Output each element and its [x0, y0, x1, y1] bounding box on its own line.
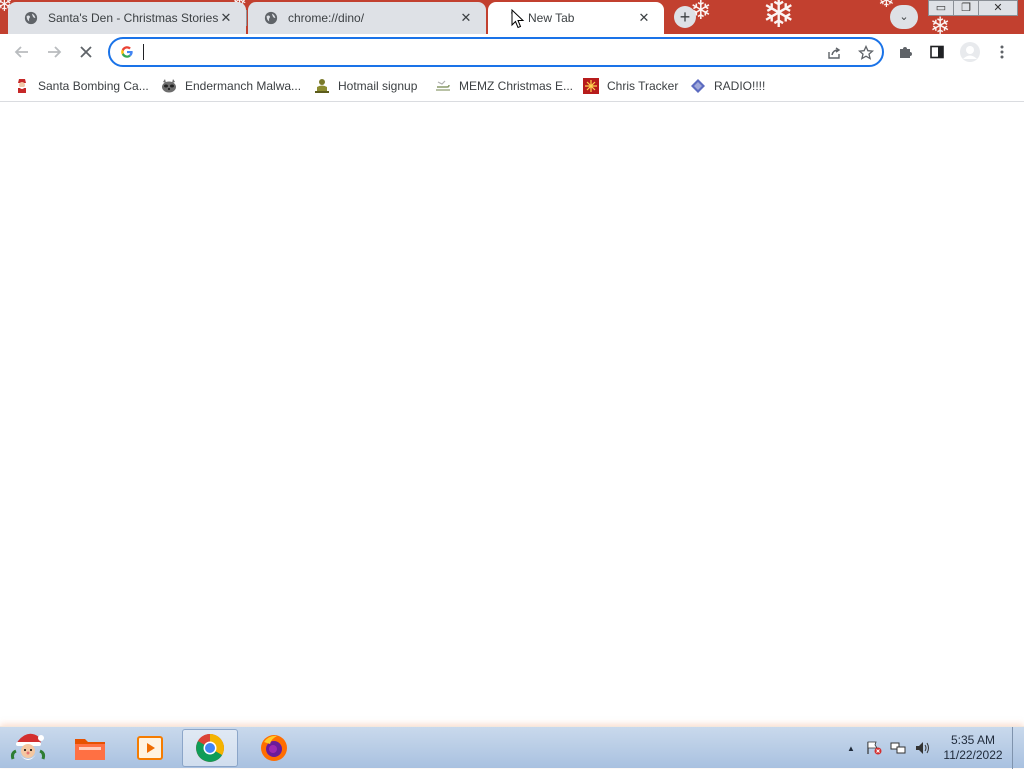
bookmark-label: Hotmail signup [338, 79, 418, 93]
globe-icon [24, 11, 38, 25]
firefox-icon [261, 735, 287, 761]
tab-close-button[interactable]: ✕ [218, 10, 234, 26]
minimize-button[interactable]: ▭ [928, 0, 954, 16]
maximize-button[interactable]: ❐ [953, 0, 979, 16]
forward-button[interactable] [40, 38, 68, 66]
taskbar-file-explorer[interactable] [62, 729, 118, 767]
bookmark-star-button[interactable] [856, 43, 876, 63]
folder-icon [75, 739, 105, 760]
tab-close-button[interactable]: ✕ [636, 10, 652, 26]
tab-santas-den[interactable]: Santa's Den - Christmas Stories and more… [8, 2, 247, 34]
avatar-icon [960, 42, 980, 62]
bookmark-label: Endermanch Malwa... [185, 79, 302, 93]
chrome-menu-button[interactable] [988, 38, 1016, 66]
bookmark-endermanch[interactable]: Endermanch Malwa... [161, 76, 301, 96]
clock-time: 5:35 AM [950, 733, 996, 747]
share-button[interactable] [824, 43, 844, 63]
omnibox-input[interactable] [142, 43, 802, 61]
bookmark-label: RADIO!!!! [714, 79, 766, 93]
bookmark-radio[interactable]: RADIO!!!! [690, 76, 765, 96]
media-player-icon [137, 736, 163, 760]
star-icon [858, 45, 874, 60]
show-hidden-icons-button[interactable]: ▲ [843, 741, 859, 755]
share-icon [828, 47, 841, 59]
close-icon [80, 46, 92, 58]
sleigh-icon [435, 78, 451, 94]
bookmark-memz-christmas[interactable]: MEMZ Christmas E... [435, 76, 573, 96]
network-icon[interactable] [890, 741, 906, 755]
snowflake-icon [583, 78, 599, 94]
tab-search-button[interactable]: ⌄ [890, 5, 918, 29]
back-button[interactable] [8, 38, 36, 66]
extensions-button[interactable] [892, 38, 920, 66]
browser-toolbar [0, 34, 1024, 70]
side-panel-button[interactable] [923, 38, 951, 66]
arrow-right-icon [48, 46, 62, 58]
snowflake-icon: ❄ [762, 0, 796, 34]
tab-title: chrome://dino/ [288, 11, 365, 25]
chrome-icon [196, 734, 224, 762]
system-clock[interactable]: 5:35 AM 11/22/2022 [934, 733, 1012, 763]
mouse-pointer-icon [511, 9, 525, 29]
tab-separator [246, 10, 247, 26]
tab-chrome-dino[interactable]: chrome://dino/ ✕ [248, 2, 486, 34]
action-center-alert-icon[interactable] [866, 741, 882, 755]
start-button[interactable] [0, 729, 56, 767]
bookmark-label: MEMZ Christmas E... [459, 79, 574, 93]
globe-icon [264, 11, 278, 25]
taskbar-chrome[interactable] [182, 729, 238, 767]
new-tab-button[interactable]: + [674, 6, 696, 28]
raccoon-icon [161, 78, 177, 94]
bookmark-chris-tracker[interactable]: Chris Tracker [583, 76, 678, 96]
snowflake-icon: ❄ [930, 12, 951, 34]
address-bar[interactable] [108, 37, 884, 67]
taskbar-firefox[interactable] [246, 729, 302, 767]
diamond-icon [690, 78, 706, 94]
text-caret [143, 44, 144, 60]
close-window-button[interactable]: ✕ [978, 0, 1018, 16]
santa-start-icon [10, 733, 46, 760]
tab-close-button[interactable]: ✕ [458, 10, 474, 26]
tab-title: Santa's Den - Christmas Stories and more [48, 11, 218, 25]
bookmark-label: Chris Tracker [607, 79, 679, 93]
page-content-area[interactable] [0, 103, 1024, 725]
santa-icon [14, 78, 30, 94]
kebab-menu-icon [1000, 45, 1004, 59]
bookmark-santa-bombing[interactable]: Santa Bombing Ca... [14, 76, 149, 96]
arrow-left-icon [14, 46, 28, 58]
stop-loading-button[interactable] [72, 38, 100, 66]
bookmark-label: Santa Bombing Ca... [38, 79, 149, 93]
side-panel-icon [930, 45, 944, 59]
google-icon [121, 46, 133, 58]
clock-date: 11/22/2022 [943, 748, 1003, 762]
profile-button[interactable] [956, 38, 984, 66]
puzzle-icon [900, 47, 912, 58]
person-icon [314, 78, 330, 94]
bookmarks-bar: Santa Bombing Ca... Endermanch Malwa... … [0, 70, 1024, 102]
bookmark-hotmail-signup[interactable]: Hotmail signup [314, 76, 417, 96]
tab-title: New Tab [528, 11, 575, 25]
volume-icon[interactable] [914, 741, 930, 755]
show-desktop-button[interactable] [1012, 727, 1024, 769]
taskbar-media-player[interactable] [122, 729, 178, 767]
windows-taskbar: ▲ 5:35 AM 11/22/2022 [0, 726, 1024, 769]
